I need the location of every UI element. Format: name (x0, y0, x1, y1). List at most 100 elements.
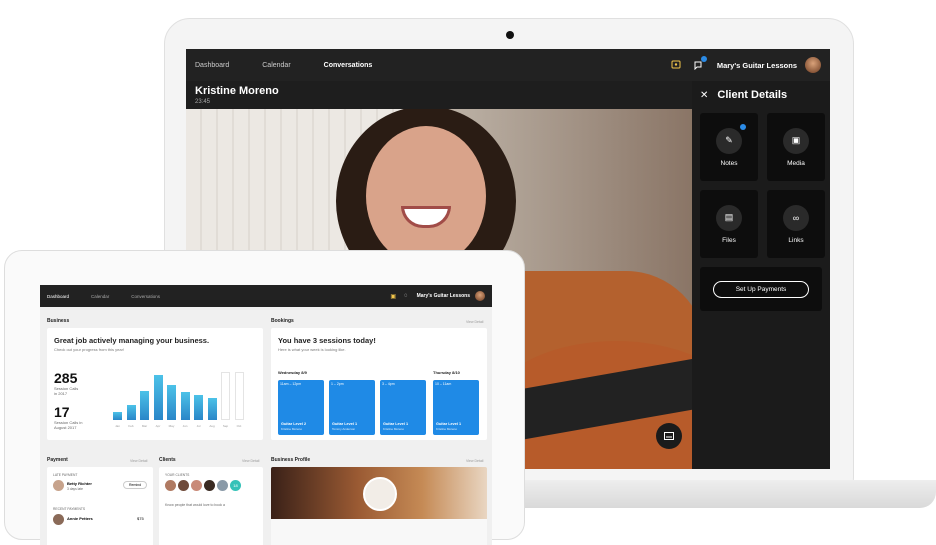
month-label: Aug (209, 424, 215, 428)
month-label: Jan (115, 424, 120, 428)
person-face (366, 126, 486, 266)
profile-avatar[interactable] (363, 477, 397, 511)
bookings-headline: You have 3 sessions today! (278, 336, 376, 345)
bar-jan (113, 412, 122, 420)
clients-card: YOUR CLIENTS 18 Know people that would l… (159, 467, 263, 545)
business-headline: Great job actively managing your busines… (54, 336, 210, 345)
files-icon: ▤ (716, 204, 742, 231)
month-label: Jul (196, 424, 201, 428)
links-icon: ∞ (783, 204, 809, 231)
month-label: Oct (236, 424, 242, 428)
client-avatar[interactable] (178, 480, 189, 491)
booking-slot[interactable]: 10 – 11am Guitar Level 1 Kristine Moreno (433, 380, 479, 435)
client-avatar (53, 480, 64, 491)
tablet-frame: Dashboard Calendar Conversations ▣ ◌ Mar… (4, 250, 525, 545)
payment-view-detail[interactable]: View Detail (130, 459, 147, 463)
business-card: Great job actively managing your busines… (47, 328, 263, 440)
slot-level: Guitar Level 1 (332, 422, 358, 426)
media-tile[interactable]: ▣ Media (767, 113, 825, 181)
month-label: Apr (155, 424, 161, 428)
nav-dashboard[interactable]: Dashboard (195, 62, 229, 69)
notes-tile[interactable]: ✎ Notes (700, 113, 758, 181)
top-nav: Dashboard Calendar Conversations Mary's … (186, 49, 830, 81)
bar-jun (180, 392, 190, 420)
booking-slot[interactable]: 3 – 4pm Guitar Level 1 Kristine Moreno (380, 380, 426, 435)
client-avatar[interactable] (191, 480, 202, 491)
close-icon[interactable]: ✕ (700, 90, 708, 101)
booking-slot[interactable]: 11am – 12pm Guitar Level 2 Kristine More… (278, 380, 324, 435)
panel-title: Client Details (717, 89, 788, 101)
caller-name: Kristine Moreno (195, 85, 279, 97)
booking-slot[interactable]: 1 – 2pm Guitar Level 1 Tommy Anderson (329, 380, 375, 435)
bar-apr (153, 375, 163, 420)
month-label: Feb (128, 424, 134, 428)
brand-name: Mary's Guitar Lessons (716, 60, 797, 70)
remind-button[interactable]: Remind (123, 481, 148, 489)
business-profile-card (271, 467, 487, 545)
nav-conversations[interactable]: Conversations (324, 62, 373, 69)
late-client-name: Betty Richter (67, 481, 92, 486)
notes-label: Notes (720, 159, 738, 167)
slot-client: Kristine Moreno (383, 427, 405, 431)
client-avatar[interactable] (165, 480, 176, 491)
profile-view-detail[interactable]: View Detail (466, 459, 483, 463)
your-clients-label: YOUR CLIENTS (165, 473, 190, 477)
month-label: Mar (141, 424, 148, 428)
bookings-card: You have 3 sessions today! Here is what … (271, 328, 487, 440)
client-avatar[interactable] (217, 480, 228, 491)
month-label: May (168, 424, 175, 428)
sessions-bar-chart: Jan Feb Mar Apr May Jun Jul Aug Sep Oct (113, 354, 253, 428)
bar-may (167, 385, 176, 420)
slot-level: Guitar Level 2 (281, 422, 307, 426)
tablet-nav-conversations[interactable]: Conversations (131, 294, 160, 299)
tablet-messages-icon[interactable]: ◌ (404, 293, 408, 299)
clients-view-detail[interactable]: View Detail (242, 459, 259, 463)
messages-icon[interactable] (693, 56, 707, 70)
slot-time: 1 – 2pm (331, 382, 344, 386)
tablet-nav-calendar[interactable]: Calendar (91, 294, 109, 299)
tablet-screen: Dashboard Calendar Conversations ▣ ◌ Mar… (40, 285, 492, 545)
month-label: Sep (222, 424, 229, 428)
slot-client: Kristine Moreno (281, 427, 303, 431)
nav-calendar[interactable]: Calendar (262, 62, 290, 69)
tablet-brand: Mary's Guitar Lessons (416, 293, 470, 299)
late-days: 3 days late (67, 487, 83, 491)
client-avatar (53, 514, 64, 525)
late-payment-label: LATE PAYMENT (53, 473, 78, 477)
session-calls-month: 17 (54, 404, 70, 420)
set-up-payments-button[interactable]: Set Up Payments (712, 280, 810, 298)
notification-icon[interactable] (671, 60, 681, 70)
day-wednesday: Wednesday 8/9 (278, 370, 307, 375)
bar-sep (221, 371, 230, 420)
client-count-badge[interactable]: 18 (230, 480, 241, 491)
clients-referral-text: Know people that would love to book a (165, 503, 225, 507)
bookings-section-title: Bookings (271, 318, 294, 324)
session-calls-total: 285 (54, 370, 78, 386)
recent-payments-label: RECENT PAYMENTS (53, 507, 86, 511)
laptop-base (470, 480, 936, 508)
client-avatar[interactable] (204, 480, 215, 491)
day-thursday: Thursday 8/10 (433, 370, 460, 375)
business-profile-section-title: Business Profile (271, 457, 311, 463)
tablet-nav: Dashboard Calendar Conversations ▣ ◌ Mar… (40, 285, 492, 307)
recent-amount: $75 (137, 516, 144, 521)
call-header: Kristine Moreno 23:45 (186, 81, 692, 109)
bar-feb (126, 404, 136, 420)
slot-level: Guitar Level 1 (436, 422, 462, 426)
notes-badge (740, 123, 746, 130)
captions-button[interactable] (656, 423, 682, 449)
month-label: Jun (182, 424, 188, 428)
tablet-notification-icon[interactable]: ▣ (390, 293, 396, 300)
session-calls-year: in 2017 (54, 391, 68, 396)
bar-aug (207, 398, 217, 420)
bookings-subhead: Here is what your week is looking like. (278, 347, 346, 352)
bookings-view-detail[interactable]: View Detail (466, 320, 483, 324)
tablet-nav-dashboard[interactable]: Dashboard (47, 294, 69, 299)
files-label: Files (722, 236, 736, 244)
tablet-avatar[interactable] (475, 291, 485, 301)
links-tile[interactable]: ∞ Links (767, 190, 825, 258)
avatar[interactable] (805, 57, 821, 73)
bar-oct (234, 371, 244, 420)
payment-section-title: Payment (47, 457, 68, 463)
files-tile[interactable]: ▤ Files (700, 190, 758, 258)
